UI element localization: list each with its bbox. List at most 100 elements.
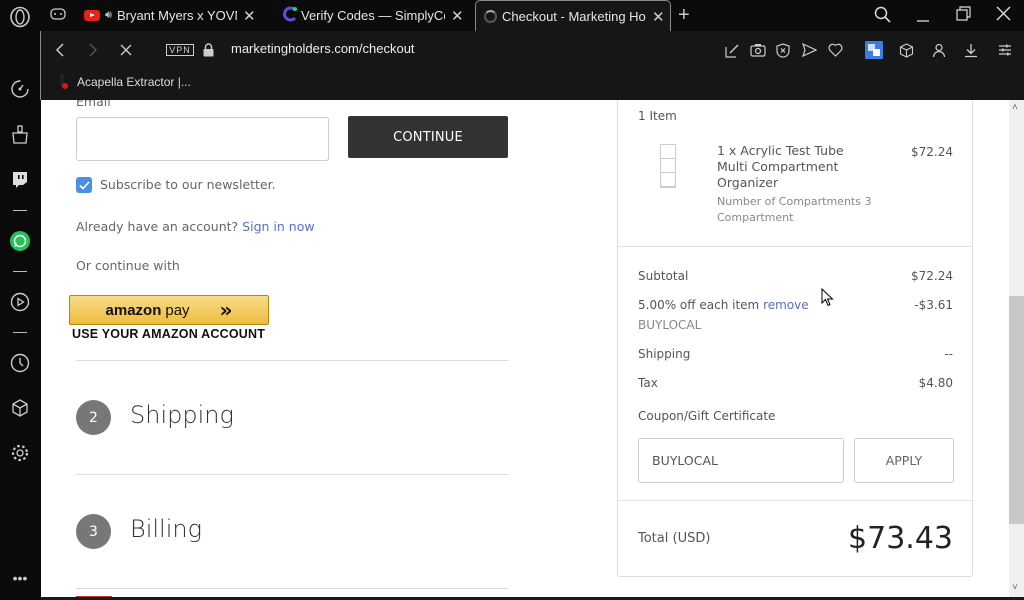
divider <box>76 474 509 475</box>
checkout-page: Email CONTINUE Subscribe to our newslett… <box>41 100 1009 597</box>
audio-playing-icon[interactable]: 🔊︎ <box>105 9 112 22</box>
product-price: $72.24 <box>911 145 953 159</box>
whatsapp-icon[interactable] <box>9 230 31 252</box>
search-tabs-icon[interactable] <box>874 6 891 28</box>
apply-coupon-button[interactable]: APPLY <box>854 438 954 483</box>
easy-setup-icon[interactable] <box>996 41 1014 59</box>
adblock-shield-icon[interactable] <box>774 41 792 59</box>
bookmark-label: Acapella Extractor |... <box>77 75 191 89</box>
sign-in-link[interactable]: Sign in now <box>242 219 314 234</box>
product-title-line: 1 x Acrylic Test Tube <box>717 143 844 158</box>
newsletter-label: Subscribe to our newsletter. <box>100 177 276 192</box>
newsletter-checkbox[interactable] <box>76 177 92 193</box>
close-window-button[interactable] <box>996 6 1011 26</box>
tab-simplycodes[interactable]: Verify Codes — SimplyCode ✕ <box>282 0 468 31</box>
coupon-field[interactable]: BUYLOCAL <box>638 438 844 483</box>
scroll-up-icon[interactable]: ˄ <box>1012 102 1018 113</box>
lock-icon[interactable] <box>199 41 217 59</box>
close-tab-icon[interactable]: ✕ <box>652 8 665 26</box>
download-icon[interactable] <box>962 41 980 59</box>
browser-sidebar: ••• <box>0 0 40 600</box>
product-title-line: Multi Compartment <box>717 159 839 174</box>
item-count: 1 Item <box>638 109 677 123</box>
bookmarks-bar: Acapella Extractor |... <box>40 69 1024 100</box>
discount-label: 5.00% off each item remove <box>638 298 809 312</box>
cleaner-brush-icon[interactable] <box>9 124 31 146</box>
speed-dial-icon[interactable] <box>9 78 31 100</box>
shipping-label: Shipping <box>638 347 691 361</box>
account-icon[interactable] <box>930 41 948 59</box>
product-title[interactable]: 1 x Acrylic Test Tube Multi Compartment … <box>717 143 844 191</box>
vpn-badge[interactable]: VPN <box>166 41 194 59</box>
step-number-badge: 2 <box>76 400 111 435</box>
new-tab-button[interactable]: + <box>678 0 698 31</box>
product-option-line: Compartment <box>717 211 794 224</box>
minimize-button[interactable] <box>916 5 930 28</box>
discount-value: -$3.61 <box>914 298 953 312</box>
tax-value: $4.80 <box>918 376 953 390</box>
extensions-cube-icon[interactable] <box>897 41 915 59</box>
product-options: Number of Compartments 3 Compartment <box>717 194 871 226</box>
product-thumbnail[interactable] <box>660 144 676 188</box>
snapshot-edit-icon[interactable] <box>723 41 741 59</box>
address-bar[interactable]: marketingholders.com/checkout <box>231 41 415 56</box>
product-option-line: Number of Compartments 3 <box>717 195 872 208</box>
close-tab-icon[interactable]: ✕ <box>451 7 464 25</box>
tab-checkout[interactable]: Checkout - Marketing Hold ✕ <box>475 0 671 32</box>
simplycodes-icon <box>282 6 298 25</box>
youtube-icon <box>84 10 100 21</box>
bookmark-acapella-extractor[interactable]: Acapella Extractor |... <box>59 74 191 90</box>
divider <box>76 360 509 361</box>
continue-button[interactable]: CONTINUE <box>348 116 508 158</box>
tab-gx-games[interactable] <box>50 0 72 31</box>
mouse-cursor-icon <box>821 287 834 312</box>
opera-logo-icon[interactable] <box>9 6 31 28</box>
address-toolbar: VPN marketingholders.com/checkout <box>40 31 1024 69</box>
divider <box>618 500 972 501</box>
step-title-billing[interactable]: Billing <box>130 515 202 543</box>
email-label: Email <box>76 100 111 109</box>
discount-code: BUYLOCAL <box>638 318 702 332</box>
acapella-extractor-icon <box>59 74 69 90</box>
twitch-icon[interactable] <box>9 169 31 191</box>
camera-icon[interactable] <box>749 41 767 59</box>
stop-loading-button[interactable] <box>117 41 135 59</box>
settings-gear-icon[interactable] <box>9 442 31 464</box>
tab-title: Verify Codes — SimplyCode <box>301 8 445 23</box>
tab-title: Bryant Myers x YOVNGC <box>116 8 237 23</box>
scrollbar-thumb[interactable] <box>1009 296 1024 524</box>
pay-text: pay <box>165 301 190 319</box>
more-options-icon[interactable]: ••• <box>9 567 31 589</box>
scroll-down-icon[interactable]: ˅ <box>1012 582 1018 593</box>
step-number-badge: 3 <box>76 514 111 549</box>
step-title-shipping[interactable]: Shipping <box>130 401 234 429</box>
total-amount: $73.43 <box>848 521 953 556</box>
translate-icon[interactable] <box>865 41 883 59</box>
account-prompt: Already have an account? Sign in now <box>76 219 315 234</box>
remove-discount-link[interactable]: remove <box>763 298 809 312</box>
sidebar-separator <box>13 210 27 211</box>
subtotal-label: Subtotal <box>638 269 689 283</box>
close-tab-icon[interactable]: ✕ <box>243 7 256 25</box>
sidebar-separator <box>13 332 27 333</box>
player-icon[interactable] <box>9 291 31 313</box>
history-clock-icon[interactable] <box>9 352 31 374</box>
extensions-cube-icon[interactable] <box>9 397 31 419</box>
divider <box>76 588 509 589</box>
restore-button[interactable] <box>956 6 971 26</box>
gamepad-icon <box>50 8 66 23</box>
shipping-value: -- <box>944 347 953 361</box>
back-button[interactable] <box>51 41 69 59</box>
discount-description: 5.00% off each item <box>638 298 760 312</box>
heart-icon[interactable] <box>826 41 844 59</box>
checkmark-icon <box>78 180 90 190</box>
tab-youtube[interactable]: 🔊︎ Bryant Myers x YOVNGC ✕ <box>84 0 270 31</box>
chevrons-icon: » <box>219 298 233 322</box>
page-scrollbar[interactable]: ˄ ˅ <box>1009 100 1024 597</box>
email-field[interactable] <box>76 117 329 161</box>
total-label: Total (USD) <box>638 531 711 546</box>
forward-button[interactable] <box>84 41 102 59</box>
send-icon[interactable] <box>800 41 818 59</box>
amazon-pay-button[interactable]: amazon pay » <box>69 295 269 325</box>
amazon-account-label: USE YOUR AMAZON ACCOUNT <box>72 327 266 341</box>
